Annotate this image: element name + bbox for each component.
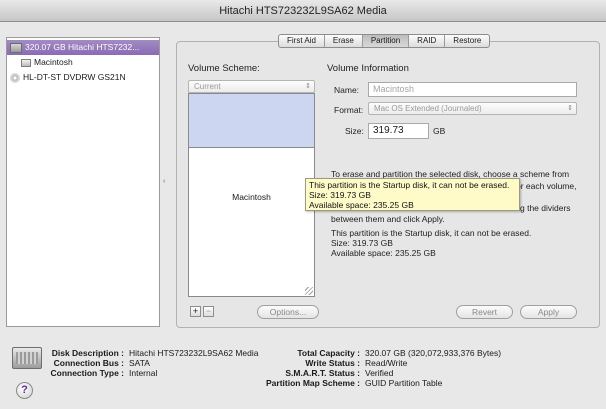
startup-available-line: Available space: 235.25 GB	[331, 248, 436, 258]
disk-description-key: Disk Description :	[51, 348, 124, 358]
volume-scheme-select[interactable]: Current ⇕	[188, 80, 315, 93]
total-capacity-key: Total Capacity :	[297, 348, 360, 358]
connection-type-value: Internal	[129, 368, 158, 378]
connection-bus-value: SATA	[129, 358, 150, 368]
partition-free-space[interactable]	[189, 94, 314, 148]
remove-partition-button[interactable]: −	[203, 306, 214, 317]
sidebar-item-label: Macintosh	[34, 57, 73, 67]
resize-grip-icon[interactable]	[305, 287, 313, 295]
name-label: Name:	[334, 85, 360, 95]
disk-description-value: Hitachi HTS723232L9SA62 Media	[129, 348, 259, 358]
tab-erase[interactable]: Erase	[325, 35, 363, 47]
optical-drive-icon	[10, 72, 20, 83]
sidebar-item-hitachi-disk[interactable]: 320.07 GB Hitachi HTS7232...	[7, 40, 159, 55]
size-unit: GB	[433, 126, 446, 136]
volume-scheme-value: Current	[194, 82, 221, 91]
options-button[interactable]: Options...	[257, 305, 319, 319]
add-partition-button[interactable]: +	[190, 306, 201, 317]
partition-layout-view[interactable]: Macintosh	[188, 93, 315, 297]
total-capacity-value: 320.07 GB (320,072,933,376 Bytes)	[365, 348, 502, 358]
partition-name: Macintosh	[232, 192, 271, 202]
format-select[interactable]: Mac OS Extended (Journaled) ⇕	[368, 102, 577, 115]
format-value: Mac OS Extended (Journaled)	[374, 104, 482, 113]
startup-size-line: Size: 319.73 GB	[331, 238, 393, 248]
sidebar-resize-handle[interactable]: ‹	[163, 178, 165, 185]
partition-description-line: g the dividers	[520, 203, 571, 213]
format-label: Format:	[334, 105, 364, 115]
startup-note-line: This partition is the Startup disk, it c…	[331, 228, 532, 238]
tab-restore[interactable]: Restore	[445, 35, 489, 47]
help-button[interactable]: ?	[16, 382, 33, 399]
size-field[interactable]: 319.73	[368, 123, 429, 139]
connection-bus-key: Connection Bus :	[53, 358, 124, 368]
tab-first-aid[interactable]: First Aid	[279, 35, 325, 47]
smart-status-value: Verified	[365, 368, 394, 378]
write-status-key: Write Status :	[305, 358, 360, 368]
sidebar-item-dvd-drive[interactable]: HL-DT-ST DVDRW GS21N	[10, 70, 126, 85]
volume-icon	[21, 58, 31, 67]
connection-type-key: Connection Type :	[50, 368, 124, 378]
volume-scheme-label: Volume Scheme:	[188, 63, 260, 74]
smart-status-key: S.M.A.R.T. Status :	[285, 368, 360, 378]
tooltip-line: Size: 319.73 GB	[309, 190, 371, 200]
updown-arrows-icon: ⇕	[305, 83, 311, 90]
sidebar-item-label: 320.07 GB Hitachi HTS7232...	[25, 42, 140, 52]
tab-bar: First Aid Erase Partition RAID Restore	[278, 34, 491, 48]
volume-information-title: Volume Information	[327, 63, 409, 74]
write-status-value: Read/Write	[365, 358, 408, 368]
tooltip-line: This partition is the Startup disk, it c…	[309, 180, 510, 190]
sidebar-item-macintosh[interactable]: Macintosh	[21, 55, 73, 70]
disk-sidebar: 320.07 GB Hitachi HTS7232... Macintosh H…	[6, 37, 160, 327]
updown-arrows-icon: ⇕	[567, 105, 573, 112]
partition-tooltip: This partition is the Startup disk, it c…	[305, 178, 520, 211]
hard-disk-icon	[10, 42, 22, 53]
apply-button[interactable]: Apply	[520, 305, 577, 319]
size-label: Size:	[345, 126, 364, 136]
partition-map-scheme-value: GUID Partition Table	[365, 378, 443, 388]
partition-map-scheme-key: Partition Map Scheme :	[266, 378, 360, 388]
tab-raid[interactable]: RAID	[409, 35, 446, 47]
name-field[interactable]: Macintosh	[368, 82, 577, 97]
revert-button[interactable]: Revert	[456, 305, 513, 319]
partition-description-line: or each volume,	[516, 181, 577, 191]
tooltip-line: Available space: 235.25 GB	[309, 200, 414, 210]
hard-disk-icon	[12, 347, 42, 369]
sidebar-item-label: HL-DT-ST DVDRW GS21N	[23, 72, 126, 82]
window-title: Hitachi HTS723232L9SA62 Media	[0, 0, 606, 22]
partition-description-line: between them and click Apply.	[331, 214, 445, 224]
tab-partition[interactable]: Partition	[362, 35, 410, 47]
